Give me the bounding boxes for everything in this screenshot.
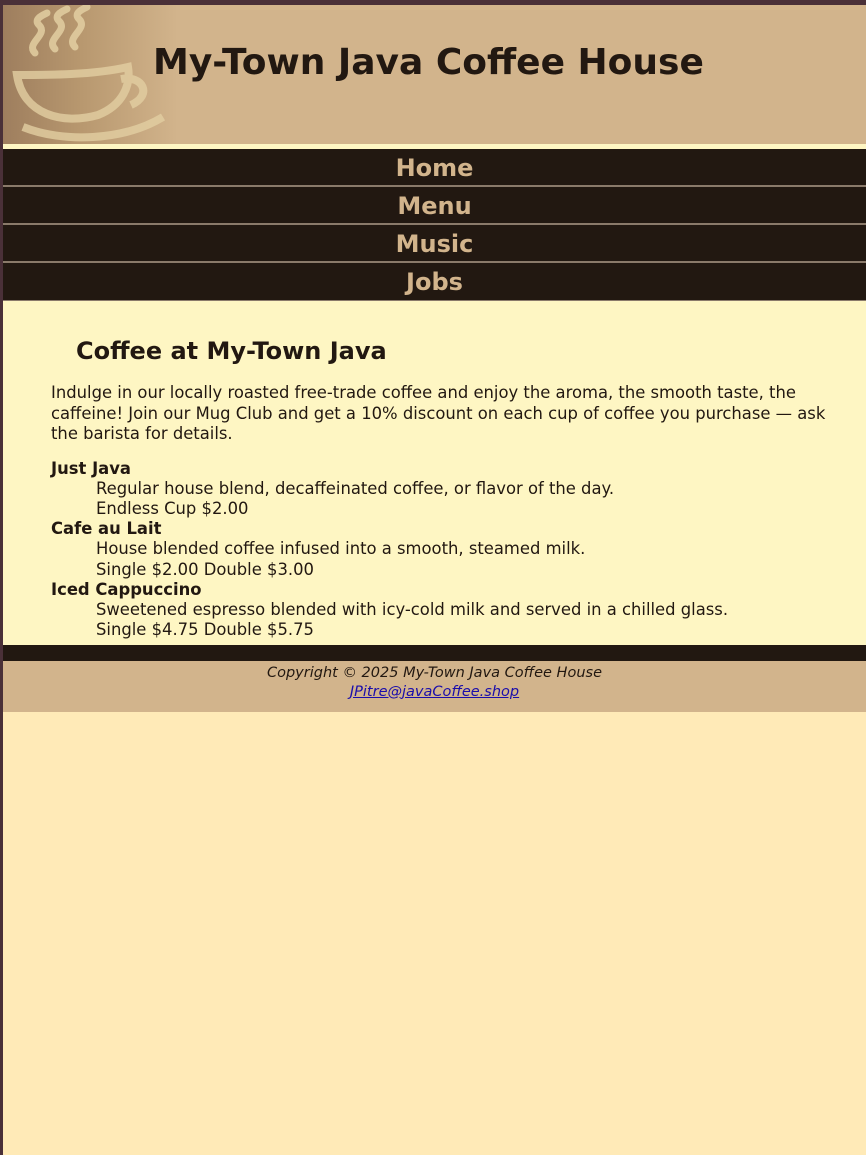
menu-item-name: Just Java (51, 458, 131, 478)
site-header: My-Town Java Coffee House (3, 5, 866, 144)
main-nav: Home Menu Music Jobs (3, 149, 866, 301)
nav-item-home: Home (3, 149, 866, 187)
content-heading: Coffee at My-Town Java (76, 337, 387, 365)
nav-link-music[interactable]: Music (3, 225, 866, 263)
coffee-menu-list: Just Java Regular house blend, decaffein… (51, 459, 836, 641)
main-content: Coffee at My-Town Java Indulge in our lo… (3, 301, 866, 645)
menu-item-description: Sweetened espresso blended with icy-cold… (96, 599, 729, 619)
menu-item-price: Single $2.00 Double $3.00 (96, 559, 314, 579)
footer-divider (3, 645, 866, 663)
nav-item-music: Music (3, 225, 866, 263)
site-title: My-Town Java Coffee House (153, 42, 704, 83)
menu-item-description: Regular house blend, decaffeinated coffe… (96, 478, 615, 498)
nav-item-jobs: Jobs (3, 263, 866, 301)
copyright-text: Copyright © 2025 My-Town Java Coffee Hou… (266, 665, 602, 681)
page-wrapper: My-Town Java Coffee House Home Menu Musi… (3, 5, 866, 712)
nav-link-home[interactable]: Home (3, 149, 866, 187)
coffee-cup-icon (3, 5, 178, 144)
nav-link-menu[interactable]: Menu (3, 187, 866, 225)
intro-paragraph: Indulge in our locally roasted free-trad… (51, 383, 826, 443)
nav-item-menu: Menu (3, 187, 866, 225)
menu-item-name: Iced Cappuccino (51, 579, 202, 599)
menu-item-price: Single $4.75 Double $5.75 (96, 620, 314, 640)
menu-item-name: Cafe au Lait (51, 519, 162, 539)
menu-item-description: House blended coffee infused into a smoo… (96, 539, 586, 559)
site-footer: Copyright © 2025 My-Town Java Coffee Hou… (3, 663, 866, 712)
contact-email-link[interactable]: JPitre@javaCoffee.shop (350, 684, 519, 700)
nav-link-jobs[interactable]: Jobs (3, 263, 866, 301)
menu-item-price: Endless Cup $2.00 (96, 498, 249, 518)
